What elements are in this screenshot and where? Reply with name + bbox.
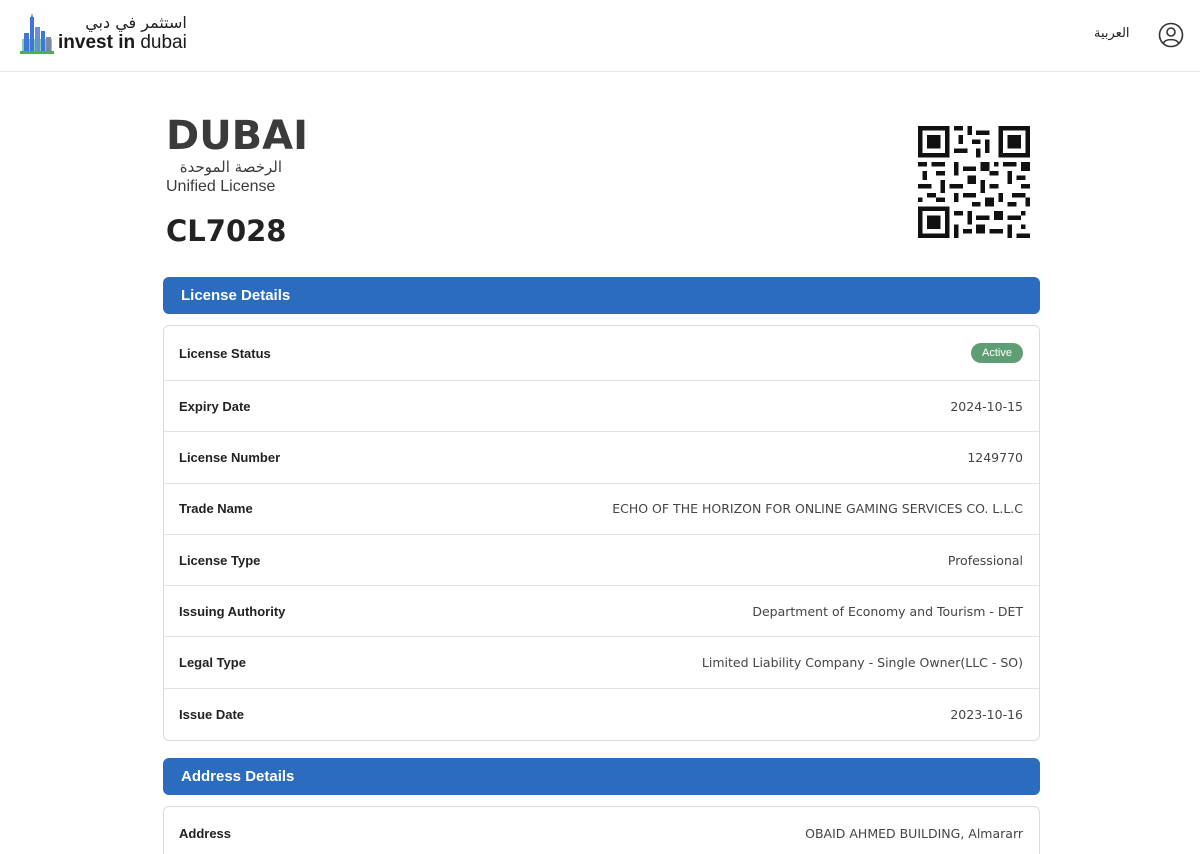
row-label: Issuing Authority — [179, 603, 286, 619]
license-code: CL7028 — [166, 214, 287, 248]
row-label: Expiry Date — [179, 398, 251, 414]
user-circle-icon[interactable] — [1158, 22, 1184, 48]
row-value: OBAID AHMED BUILDING, Almararr — [805, 825, 1023, 841]
address-details-card: Address OBAID AHMED BUILDING, Almararr — [163, 806, 1040, 854]
brand-english-text: invest in dubai — [58, 32, 187, 54]
top-navigation-bar: استثمر في دبي invest in dubai العربية — [0, 0, 1200, 72]
status-badge: Active — [971, 343, 1023, 363]
expiry-date-row: Expiry Date 2024-10-15 — [164, 381, 1039, 433]
language-switch-link[interactable]: العربية — [1094, 26, 1130, 41]
address-row: Address OBAID AHMED BUILDING, Almararr — [164, 807, 1039, 854]
dubai-unified-license-logo: DUBAI الرخصة الموحدة Unified License — [166, 113, 309, 200]
row-label: License Type — [179, 552, 261, 568]
row-label: Address — [179, 825, 232, 841]
license-number-row: License Number 1249770 — [164, 432, 1039, 484]
row-value: 1249770 — [967, 449, 1023, 465]
row-value: Department of Economy and Tourism - DET — [752, 603, 1023, 619]
qr-code-icon — [918, 126, 1030, 238]
legal-type-row: Legal Type Limited Liability Company - S… — [164, 637, 1039, 689]
row-label: License Status — [179, 345, 271, 361]
row-label: Issue Date — [179, 706, 245, 722]
issue-date-row: Issue Date 2023-10-16 — [164, 689, 1039, 740]
row-value: Limited Liability Company - Single Owner… — [701, 655, 1023, 671]
issuing-authority-row: Issuing Authority Department of Economy … — [164, 586, 1039, 638]
brand-english-light: dubai — [135, 32, 187, 53]
row-label: Legal Type — [179, 655, 246, 671]
row-label: Trade Name — [179, 501, 253, 517]
license-type-row: License Type Professional — [164, 535, 1039, 587]
dubai-logo-word: DUBAI — [166, 113, 309, 159]
trade-name-row: Trade Name ECHO OF THE HORIZON FOR ONLIN… — [164, 484, 1039, 535]
row-value: ECHO OF THE HORIZON FOR ONLINE GAMING SE… — [612, 501, 1023, 517]
row-label: License Number — [179, 449, 281, 465]
unified-license-arabic: الرخصة الموحدة — [179, 158, 282, 176]
license-details-card: License Status Active Expiry Date 2024-1… — [163, 325, 1040, 742]
brand-english-bold: invest in — [58, 32, 136, 53]
unified-license-english: Unified License — [166, 178, 276, 195]
row-value: Professional — [947, 552, 1023, 568]
row-value: 2024-10-15 — [950, 398, 1023, 414]
invest-in-dubai-logo[interactable]: استثمر في دبي invest in dubai — [20, 12, 187, 56]
row-value: 2023-10-16 — [950, 706, 1023, 722]
address-details-header[interactable]: Address Details — [163, 758, 1040, 795]
license-status-row: License Status Active — [164, 326, 1039, 381]
license-details-header[interactable]: License Details — [163, 277, 1040, 314]
brand-arabic-text: استثمر في دبي — [85, 13, 187, 32]
dubai-skyline-icon — [20, 13, 54, 54]
